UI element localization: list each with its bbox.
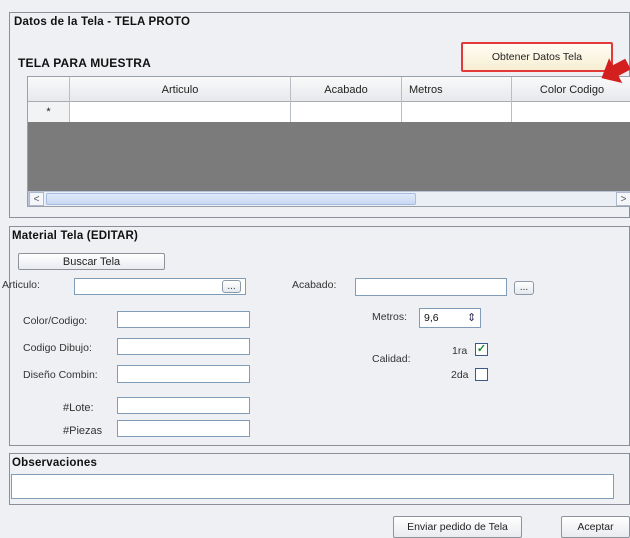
- tela-panel: Datos de la Tela - TELA PROTO TELA PARA …: [9, 12, 630, 218]
- material-panel-title: Material Tela (EDITAR): [12, 230, 139, 242]
- color-codigo-label: Color/Codigo:: [23, 315, 88, 327]
- diseno-combin-input[interactable]: [117, 365, 250, 383]
- segunda-label: 2da: [451, 369, 469, 381]
- primera-checkbox[interactable]: ✓: [475, 343, 488, 356]
- calidad-label: Calidad:: [372, 353, 411, 365]
- tela-panel-subtitle: TELA PARA MUESTRA: [18, 56, 151, 70]
- material-panel: Material Tela (EDITAR) Buscar Tela Artic…: [2, 226, 630, 446]
- new-row-marker: *: [28, 102, 70, 122]
- send-fabric-order-button[interactable]: Enviar pedido de Tela: [393, 516, 522, 538]
- scroll-thumb[interactable]: [46, 193, 416, 205]
- accept-button[interactable]: Aceptar: [561, 516, 630, 538]
- acabado-label: Acabado:: [292, 279, 337, 291]
- dialog-window: Datos de la Tela - TELA PROTO TELA PARA …: [0, 0, 630, 538]
- codigo-dibujo-input[interactable]: [117, 338, 250, 355]
- articulo-browse-button[interactable]: ...: [222, 280, 241, 293]
- column-header-metros[interactable]: Metros: [402, 77, 512, 102]
- color-codigo-input[interactable]: [117, 311, 250, 328]
- diseno-combin-label: Diseño Combin:: [23, 369, 98, 381]
- metros-value: 9,6: [424, 312, 439, 324]
- search-fabric-button[interactable]: Buscar Tela: [18, 253, 165, 270]
- articulo-input[interactable]: [74, 278, 246, 295]
- spin-arrows-icon[interactable]: ⇕: [467, 311, 476, 324]
- metros-label: Metros:: [372, 311, 408, 323]
- lote-label: #Lote:: [63, 402, 94, 414]
- grid-header: Articulo Acabado Metros Color Codigo: [28, 77, 630, 102]
- column-header-acabado[interactable]: Acabado: [291, 77, 402, 102]
- cell-color-codigo[interactable]: [512, 102, 630, 122]
- get-fabric-data-button[interactable]: Obtener Datos Tela: [461, 42, 613, 72]
- piezas-label: #Piezas: [63, 425, 103, 437]
- metros-spinner[interactable]: 9,6 ⇕: [419, 308, 481, 328]
- column-header-articulo[interactable]: Articulo: [70, 77, 291, 102]
- primera-label: 1ra: [452, 345, 468, 357]
- observaciones-input[interactable]: [11, 474, 614, 499]
- cell-articulo[interactable]: [70, 102, 291, 122]
- table-row[interactable]: *: [28, 102, 630, 122]
- grid-horizontal-scrollbar[interactable]: < >: [28, 191, 630, 206]
- piezas-input[interactable]: [117, 420, 250, 437]
- grid-header-row-selector: [28, 77, 70, 102]
- codigo-dibujo-label: Codigo Dibujo:: [23, 342, 92, 354]
- acabado-input[interactable]: [355, 278, 507, 296]
- observaciones-title: Observaciones: [12, 457, 98, 469]
- scroll-right-button[interactable]: >: [616, 192, 630, 206]
- cell-metros[interactable]: [402, 102, 512, 122]
- fabric-grid[interactable]: Articulo Acabado Metros Color Codigo * <…: [27, 76, 630, 207]
- cell-acabado[interactable]: [291, 102, 402, 122]
- articulo-label: Articulo:: [2, 279, 40, 291]
- scroll-left-button[interactable]: <: [29, 192, 44, 206]
- observaciones-panel: Observaciones: [9, 453, 630, 505]
- segunda-checkbox[interactable]: [475, 368, 488, 381]
- acabado-browse-button[interactable]: ...: [514, 281, 534, 295]
- lote-input[interactable]: [117, 397, 250, 414]
- column-header-color-codigo[interactable]: Color Codigo: [512, 77, 630, 102]
- tela-panel-title: Datos de la Tela - TELA PROTO: [14, 16, 191, 28]
